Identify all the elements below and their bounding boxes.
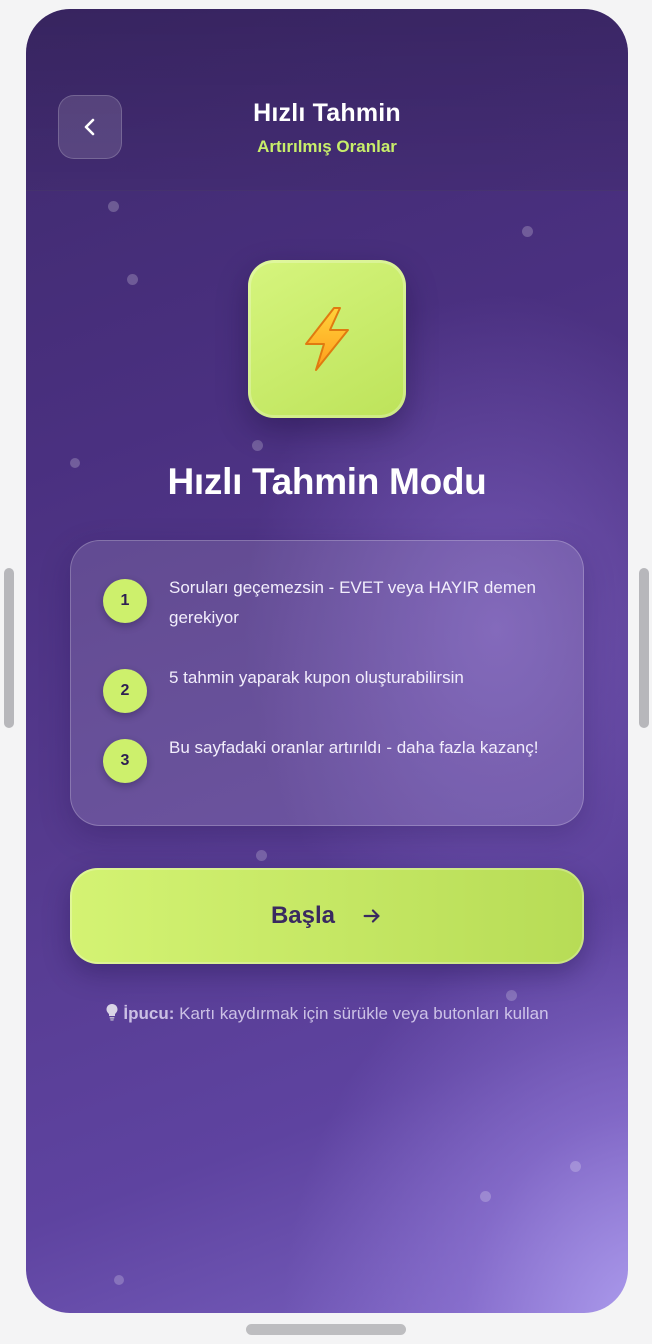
background-particle — [570, 1161, 581, 1172]
background-particle — [108, 201, 119, 212]
background-particle — [480, 1191, 491, 1202]
rule-item: 2 5 tahmin yaparak kupon oluşturabilirsi… — [103, 668, 553, 713]
step-number-badge: 2 — [103, 669, 147, 713]
phone-screen: Hızlı Tahmin Artırılmış Oranlar Hızlı Ta… — [26, 9, 628, 1313]
step-number-badge: 1 — [103, 579, 147, 623]
background-particle — [114, 1275, 124, 1285]
page-subtitle: Artırılmış Oranlar — [257, 137, 397, 156]
device-side-button-right — [639, 568, 649, 728]
rules-card: 1 Soruları geçemezsin - EVET veya HAYIR … — [70, 540, 584, 826]
rule-text: 5 tahmin yaparak kupon oluşturabilirsin — [169, 668, 464, 687]
lightning-badge — [248, 260, 406, 418]
lightbulb-icon — [106, 1004, 118, 1021]
start-button[interactable]: Başla — [70, 868, 584, 964]
step-number-badge: 3 — [103, 739, 147, 783]
rule-item: 1 Soruları geçemezsin - EVET veya HAYIR … — [103, 578, 553, 643]
background-particle — [522, 226, 533, 237]
device-side-button-left — [4, 568, 14, 728]
mode-title: Hızlı Tahmin Modu — [167, 461, 487, 502]
tip-label: İpucu: — [123, 1004, 175, 1023]
home-indicator[interactable] — [246, 1324, 406, 1335]
tip-body: Kartı kaydırmak için sürükle veya butonl… — [179, 1004, 549, 1023]
page-title: Hızlı Tahmin — [253, 99, 401, 127]
start-button-label: Başla — [270, 902, 336, 929]
background-particle — [256, 850, 267, 861]
tip-text: İpucu: Kartı kaydırmak için sürükle veya… — [86, 999, 568, 1029]
app-header: Hızlı Tahmin Artırılmış Oranlar — [26, 9, 628, 191]
background-particle — [127, 274, 138, 285]
rule-item: 3 Bu sayfadaki oranlar artırıldı - daha … — [103, 738, 553, 803]
rule-text: Soruları geçemezsin - EVET veya HAYIR de… — [169, 578, 536, 627]
arrow-right-icon — [363, 909, 380, 923]
background-particle — [252, 440, 263, 451]
rule-text: Bu sayfadaki oranlar artırıldı - daha fa… — [169, 738, 539, 757]
lightning-bolt-icon — [305, 307, 349, 371]
